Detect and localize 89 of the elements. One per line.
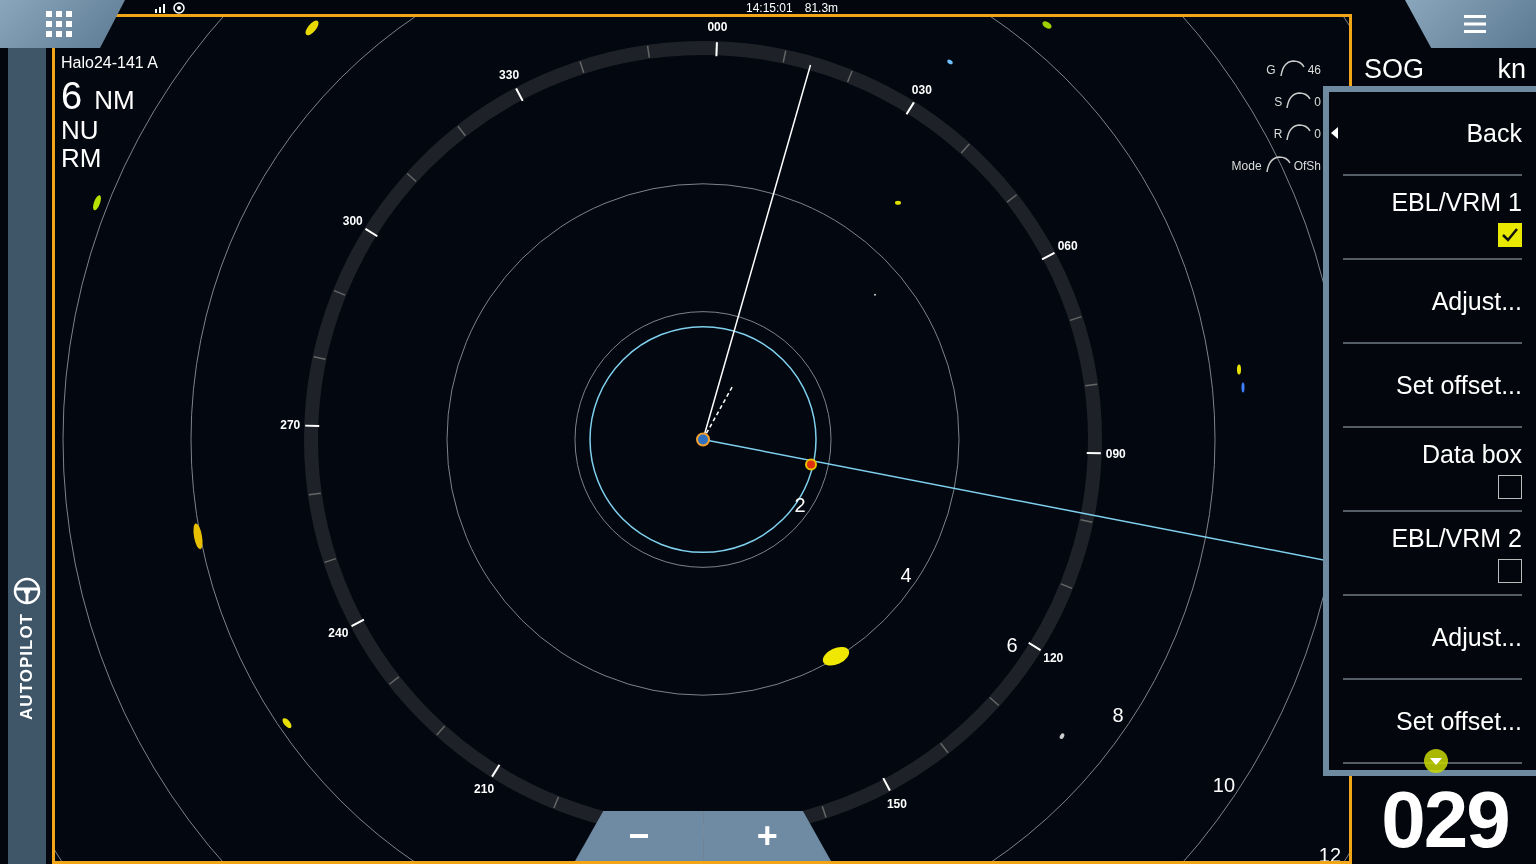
time-text: 14:15:01 [746,1,793,15]
bearing-tick [304,424,321,428]
menu-item[interactable]: Adjust... [1343,260,1522,344]
bearing-tick [515,87,524,102]
menu-item-label: EBL/VRM 1 [1391,187,1522,217]
gauge-label: R [1273,127,1283,141]
bearing-label: 240 [328,626,349,641]
vrm-marker [805,458,817,471]
signal-icon [155,3,167,13]
check-icon [1502,227,1518,242]
bearing-label: 060 [1057,238,1078,253]
gauge-arc-icon [1278,59,1305,77]
bearing-tick [905,101,915,116]
zoom-out-button[interactable]: − [575,811,704,861]
connection-icon [173,2,185,14]
menu-checkbox-item[interactable]: EBL/VRM 1 [1343,176,1522,260]
bearing-tick [1027,641,1042,652]
radar-echo [193,523,203,550]
radar-echo [947,59,953,65]
bearing-label: 300 [342,213,363,228]
bearing-label: 000 [707,20,728,35]
bearing-label: 330 [499,68,520,83]
menu-item[interactable]: Adjust... [1343,596,1522,680]
radar-echo [822,646,850,666]
grid-icon [45,11,72,37]
radar-echo [895,200,901,205]
data-unit: kn [1497,54,1526,85]
bearing-label: 030 [911,82,932,97]
menu-icon [1463,14,1486,34]
zoom-in-button[interactable]: + [703,811,831,861]
vessel-marker [696,432,710,447]
gauge-value: 46 [1307,63,1321,77]
menu-item-label: EBL/VRM 2 [1391,523,1522,553]
checkbox[interactable] [1498,558,1522,583]
checkbox[interactable] [1498,474,1522,499]
bearing-label: 120 [1043,651,1064,666]
back-arrow-icon [1331,127,1338,139]
radar-echo [1042,21,1052,29]
radar-echo [93,195,101,211]
gauge-label: S [1274,95,1283,109]
menu-button[interactable] [1405,0,1536,48]
gauge-value: 0 [1314,127,1321,141]
range-label: 10 [1212,774,1236,797]
radar-echo [1241,382,1245,393]
gauge-value: OfSh [1293,159,1321,173]
bearing-label: 090 [1105,446,1126,461]
gauge-label: G [1266,63,1276,77]
radar-source-text: Halo24-141 A [61,55,158,71]
gauge-arc-icon [1264,155,1291,173]
data-label: SOG [1364,54,1424,85]
bearing-tick [1085,451,1102,455]
depth-text: 81.3m [804,1,839,15]
range-label: 6 [1006,634,1018,657]
scroll-down-icon[interactable] [1423,748,1449,774]
menu-checkbox-item[interactable]: EBL/VRM 2 [1343,512,1522,596]
range-unit: NM [94,87,135,113]
motion-text: RM [61,145,103,171]
apps-button[interactable] [0,0,125,48]
gauge-arc-icon [1285,91,1312,109]
autopilot-tab[interactable]: AUTOPILOT [13,573,41,724]
radar-echo [1237,364,1241,375]
gauge-label: Mode [1231,159,1262,173]
steering-wheel-icon [13,577,41,606]
radar-echo [1059,733,1065,739]
range-label: 8 [1112,704,1124,727]
menu-checkbox-item[interactable]: Data box [1343,428,1522,512]
range-label: 2 [794,494,806,517]
bearing-tick [364,227,379,238]
radar-echo [305,20,319,36]
data-value: 029 [1380,780,1510,860]
back-button[interactable]: Back [1343,92,1522,176]
gauge-value: 0 [1314,95,1321,109]
bearing-label: 270 [280,418,301,433]
radar-echo [282,718,292,729]
back-label: Back [1466,118,1522,148]
range-value: 6 [61,77,83,115]
bearing-tick [715,41,718,58]
checkbox[interactable] [1498,222,1522,247]
bearing-label: 150 [886,796,907,811]
bearing-tick [1041,251,1056,261]
bearing-tick [882,777,891,792]
bearing-tick [350,618,365,628]
bearing-tick [491,763,501,778]
orientation-text: NU [61,117,100,143]
menu-item-label: Data box [1421,439,1522,469]
menu-item[interactable]: Set offset... [1343,344,1522,428]
bearing-label: 210 [474,782,495,797]
range-label: 4 [900,564,912,587]
gauge-arc-icon [1285,123,1312,141]
